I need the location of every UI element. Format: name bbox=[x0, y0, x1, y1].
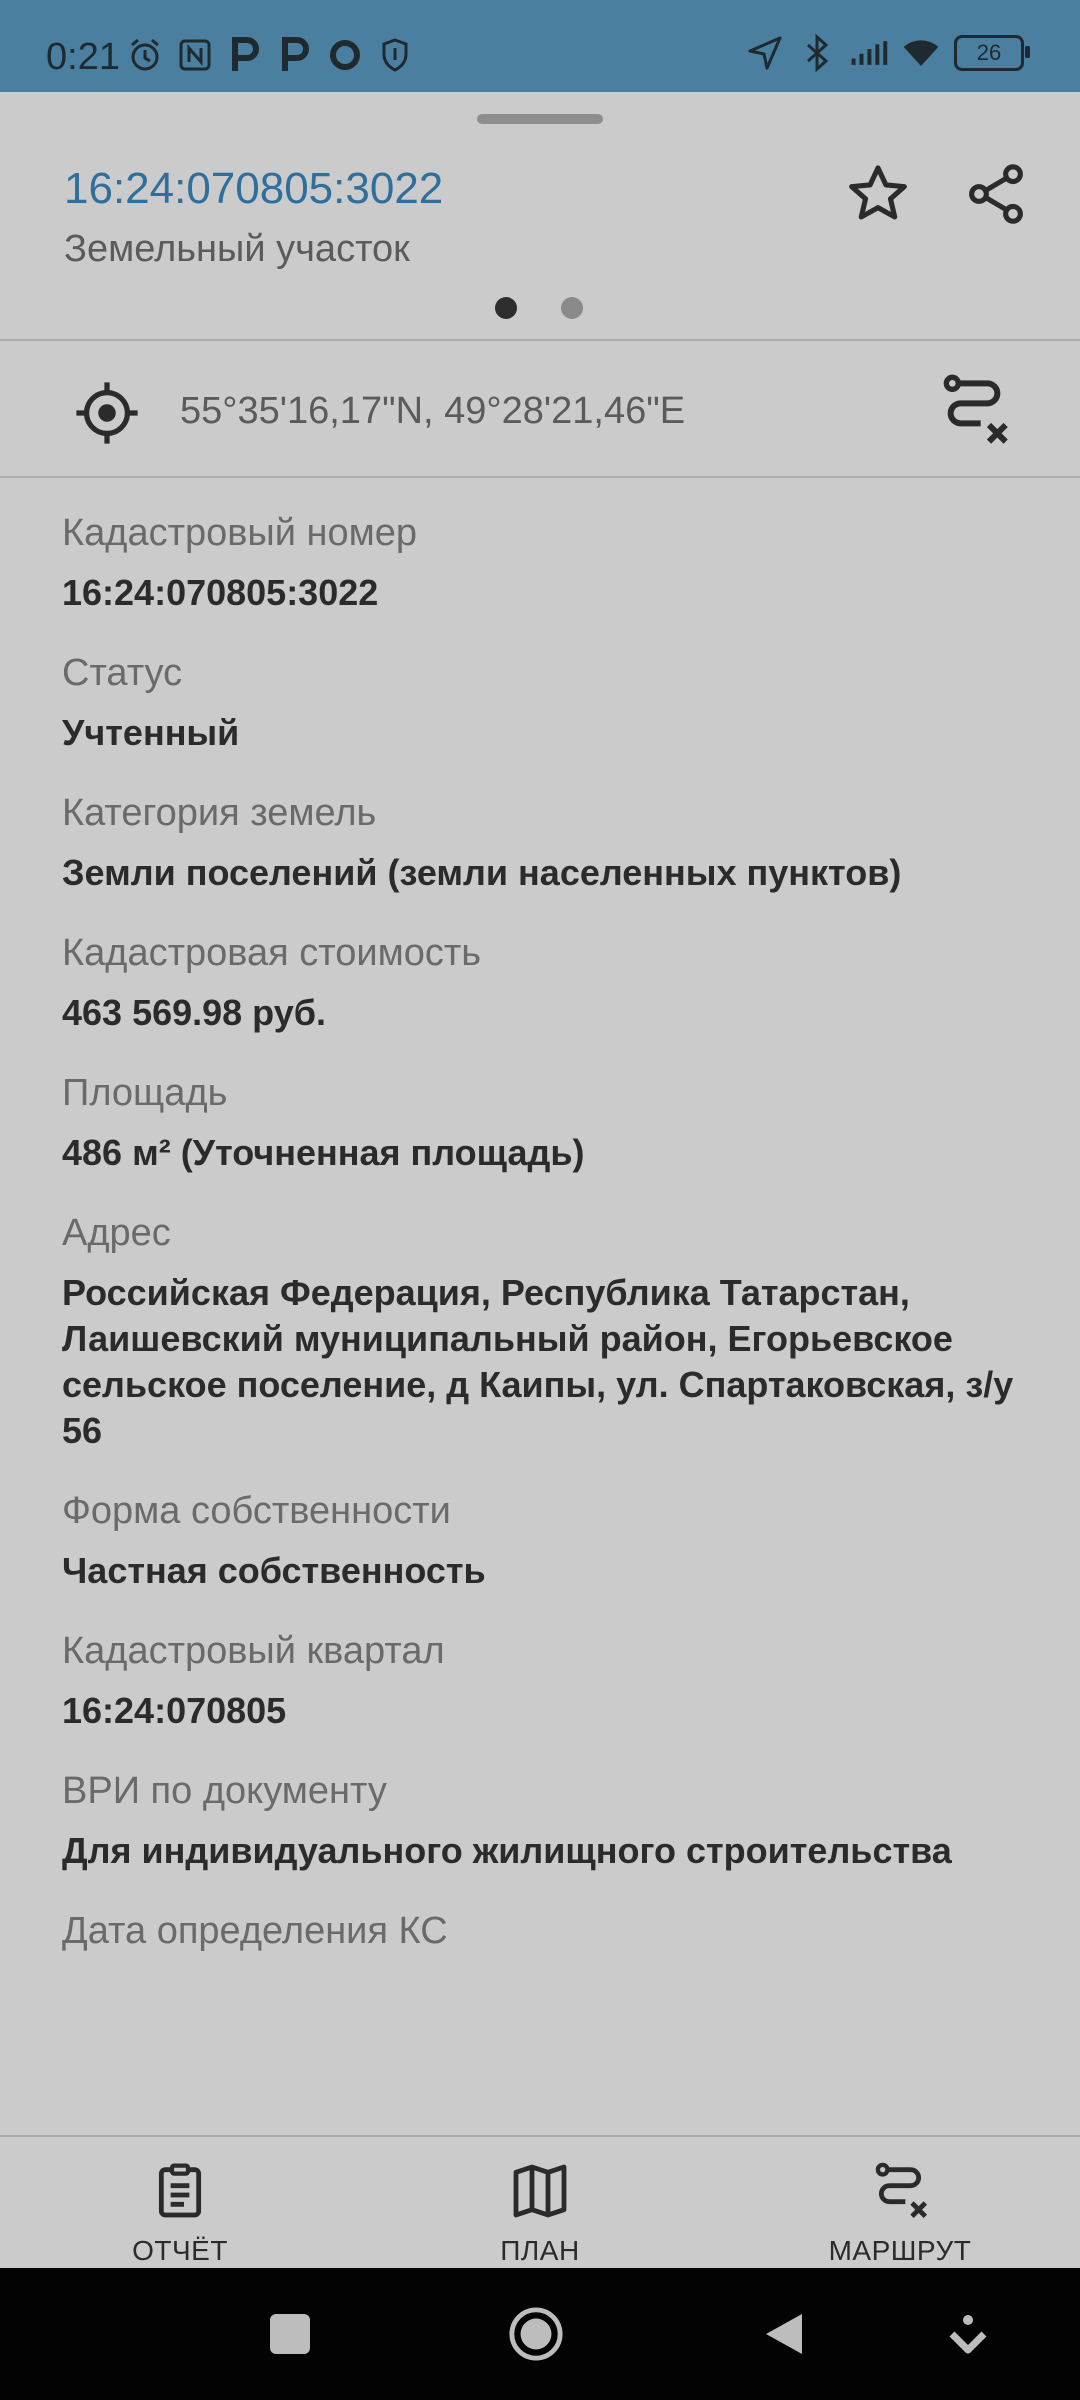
map-icon bbox=[513, 2164, 567, 2218]
field-area: Площадь 486 м² (Уточненная площадь) bbox=[62, 1070, 1052, 1176]
field-cadastral-number: Кадастровый номер 16:24:070805:3022 bbox=[62, 510, 1052, 616]
field-value[interactable]: 486 м² (Уточненная площадь) bbox=[62, 1130, 1052, 1176]
field-land-category: Категория земель Земли поселений (земли … bbox=[62, 790, 1052, 896]
nav-route-label: МАРШРУТ bbox=[828, 2235, 972, 2266]
home-button[interactable] bbox=[508, 2306, 564, 2362]
back-triangle-icon bbox=[766, 2314, 802, 2354]
field-label: Кадастровая стоимость bbox=[62, 932, 482, 974]
system-navigation-bar bbox=[0, 2268, 1080, 2400]
locate-button[interactable] bbox=[72, 378, 142, 448]
clear-route-button[interactable] bbox=[934, 370, 1014, 450]
status-bar: 0:21 26 bbox=[0, 0, 1080, 92]
field-label: Площадь bbox=[62, 1072, 228, 1114]
home-circle-icon bbox=[509, 2307, 563, 2361]
field-value[interactable]: 16:24:070805:3022 bbox=[62, 570, 1052, 616]
status-icons-left bbox=[126, 36, 414, 74]
page-indicator bbox=[495, 297, 583, 319]
field-permitted-use: ВРИ по документу Для индивидуального жил… bbox=[62, 1768, 1052, 1874]
field-value[interactable]: 16:24:070805 bbox=[62, 1688, 1052, 1734]
nav-route-button[interactable]: МАРШРУТ bbox=[790, 2159, 1010, 2267]
signal-icon bbox=[850, 34, 888, 72]
page-dot-active[interactable] bbox=[495, 297, 517, 319]
field-value[interactable]: Для индивидуального жилищного строительс… bbox=[62, 1828, 1052, 1874]
page-dot[interactable] bbox=[561, 297, 583, 319]
field-label: Дата определения КС bbox=[62, 1910, 448, 1952]
field-cadastral-quarter: Кадастровый квартал 16:24:070805 bbox=[62, 1628, 1052, 1734]
share-icon bbox=[969, 164, 1023, 224]
status-time: 0:21 bbox=[46, 36, 120, 78]
field-status: Статус Учтенный bbox=[62, 650, 1052, 756]
field-label: Кадастровый квартал bbox=[62, 1630, 445, 1672]
nav-report-button[interactable]: ОТЧЁТ bbox=[70, 2159, 290, 2267]
square-icon bbox=[270, 2314, 310, 2354]
bluetooth-icon bbox=[798, 34, 836, 72]
report-icon bbox=[158, 2163, 202, 2218]
sheet-drag-handle[interactable] bbox=[477, 114, 603, 124]
divider bbox=[0, 339, 1080, 341]
circle-icon bbox=[326, 36, 364, 74]
field-value[interactable]: 463 569.98 руб. bbox=[62, 990, 1052, 1036]
coordinates-text: 55°35'16,17"N, 49°28'21,46"E bbox=[180, 390, 686, 432]
bottom-navigation: ОТЧЁТ ПЛАН МАРШРУТ bbox=[0, 2135, 1080, 2270]
route-off-icon bbox=[943, 374, 1008, 444]
share-button[interactable] bbox=[956, 154, 1036, 234]
shield-icon bbox=[376, 36, 414, 74]
field-value[interactable]: Частная собственность bbox=[62, 1548, 1052, 1594]
chevron-down-icon bbox=[949, 2315, 987, 2354]
field-cadastral-value: Кадастровая стоимость 463 569.98 руб. bbox=[62, 930, 1052, 1036]
field-valuation-date: Дата определения КС bbox=[62, 1908, 1052, 1954]
alarm-icon bbox=[126, 36, 164, 74]
field-value[interactable]: Земли поселений (земли населенных пункто… bbox=[62, 850, 1052, 896]
favorite-button[interactable] bbox=[838, 154, 918, 234]
p-icon bbox=[226, 36, 264, 74]
location-icon bbox=[746, 34, 784, 72]
field-address: Адрес Российская Федерация, Республика Т… bbox=[62, 1210, 1052, 1454]
nav-plan-label: ПЛАН bbox=[500, 2235, 580, 2266]
field-label: Статус bbox=[62, 652, 183, 694]
nav-report-label: ОТЧЁТ bbox=[132, 2235, 228, 2266]
crosshair-icon bbox=[76, 382, 138, 444]
divider bbox=[0, 476, 1080, 478]
nav-plan-button[interactable]: ПЛАН bbox=[430, 2159, 650, 2267]
hide-keyboard-button[interactable] bbox=[940, 2306, 996, 2362]
route-icon bbox=[875, 2162, 928, 2219]
recents-button[interactable] bbox=[262, 2306, 318, 2362]
property-list[interactable]: Кадастровый номер 16:24:070805:3022 Стат… bbox=[62, 510, 1052, 2130]
field-label: Адрес bbox=[62, 1212, 171, 1254]
p-icon bbox=[276, 36, 314, 74]
back-button[interactable] bbox=[756, 2306, 812, 2362]
page-subtitle: Земельный участок bbox=[64, 228, 410, 270]
field-ownership-form: Форма собственности Частная собственност… bbox=[62, 1488, 1052, 1594]
field-label: Категория земель bbox=[62, 792, 377, 834]
field-label: Форма собственности bbox=[62, 1490, 451, 1532]
field-label: ВРИ по документу bbox=[62, 1770, 387, 1812]
field-value[interactable]: Учтенный bbox=[62, 710, 1052, 756]
star-icon bbox=[849, 165, 907, 220]
wifi-icon bbox=[902, 34, 940, 72]
battery-level: 26 bbox=[976, 40, 1002, 65]
field-label: Кадастровый номер bbox=[62, 512, 418, 554]
nfc-icon bbox=[176, 36, 214, 74]
battery-icon: 26 bbox=[954, 35, 1030, 71]
page-title: 16:24:070805:3022 bbox=[64, 164, 444, 213]
field-value[interactable]: Российская Федерация, Республика Татарст… bbox=[62, 1270, 1052, 1454]
status-icons-right: 26 bbox=[746, 34, 1030, 72]
